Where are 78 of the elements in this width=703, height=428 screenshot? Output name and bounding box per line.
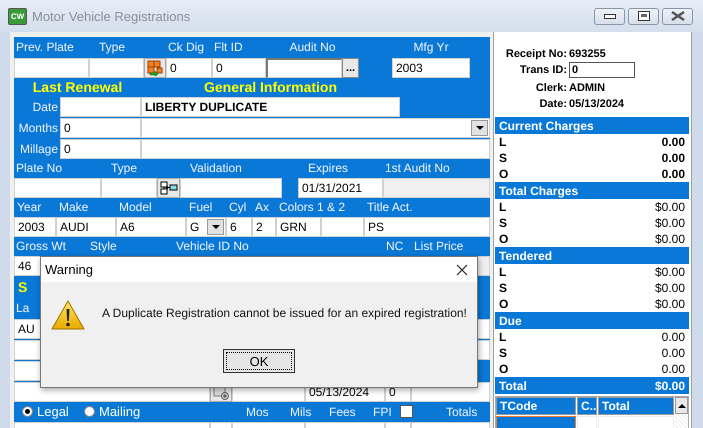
- charge-amount: 0.00: [662, 151, 685, 165]
- section-header: Due: [495, 312, 689, 329]
- field-value: G: [190, 220, 200, 234]
- field-label: Type: [110, 161, 138, 175]
- warning-message: A Duplicate Registration cannot be issued for an expired registration!: [102, 306, 467, 320]
- charge-code: O: [499, 232, 508, 246]
- charge-amount: 0.00: [662, 346, 685, 360]
- field-label: Expires: [307, 161, 350, 175]
- field-label: Date:: [538, 97, 568, 112]
- charge-amount: $0.00: [654, 216, 685, 230]
- field-label: 1st Audit No: [384, 161, 451, 175]
- field-label: Fuel: [188, 200, 214, 214]
- field-label: Style: [89, 239, 118, 253]
- total-label: Total: [499, 378, 527, 392]
- charge-amount: $0.00: [654, 297, 685, 311]
- field-label: Fees: [328, 404, 357, 418]
- receipt-number: 693255: [569, 47, 607, 62]
- section-header: Total Charges: [495, 182, 689, 199]
- field-label: Model: [118, 200, 153, 214]
- field-label: Audit No: [288, 40, 337, 54]
- field-label: Clerk:: [534, 81, 568, 96]
- field-label: Prev. Plate: [15, 40, 75, 54]
- charge-amount: $0.00: [654, 232, 685, 246]
- field-label: Receipt No:: [504, 47, 568, 62]
- field-label: Mils: [289, 404, 312, 418]
- charge-code: O: [499, 297, 508, 311]
- charge-code: S: [499, 346, 508, 360]
- charge-code: L: [499, 265, 506, 279]
- charge-code: O: [499, 167, 508, 181]
- field-label: NC: [385, 239, 404, 253]
- field-label: Totals: [445, 404, 478, 418]
- charge-code: S: [499, 281, 508, 295]
- receipt-date: 05/13/2024: [569, 97, 626, 112]
- charge-amount: $0.00: [654, 265, 685, 279]
- charge-code: O: [499, 362, 508, 376]
- charge-amount: 0.00: [662, 330, 685, 344]
- field-label: Flt ID: [213, 40, 244, 54]
- charge-amount: 0.00: [662, 167, 685, 181]
- field-label: Ck Dig: [167, 40, 206, 54]
- field-label: Mos: [245, 404, 270, 418]
- section-header: Tendered: [495, 247, 689, 264]
- field-label: Validation: [189, 161, 243, 175]
- total-amount: $0.00: [654, 378, 685, 392]
- charge-amount: $0.00: [654, 281, 685, 295]
- field-label: Make: [58, 200, 90, 214]
- dialog-title: Warning: [45, 262, 93, 277]
- window-title: Motor Vehicle Registrations: [32, 8, 190, 24]
- field-label: Colors 1 & 2: [278, 200, 346, 214]
- field-label: Trans ID:: [518, 63, 568, 78]
- field-label: Millage: [18, 142, 59, 156]
- section-title: General Information: [202, 79, 338, 95]
- field-label: Type: [98, 40, 126, 54]
- section-header: Current Charges: [495, 117, 689, 134]
- charge-code: S: [499, 216, 508, 230]
- field-label: Ax: [254, 200, 270, 214]
- charge-code: L: [499, 330, 506, 344]
- charge-amount: $0.00: [654, 200, 685, 214]
- field-label: La: [15, 301, 30, 315]
- field-label: Title Act.: [366, 200, 414, 214]
- charge-code: L: [499, 135, 506, 149]
- section-title: Last Renewal: [32, 79, 124, 95]
- field-label: Vehicle ID No: [175, 239, 250, 253]
- app-logo: CW: [8, 8, 27, 24]
- field-label: Date: [32, 100, 59, 114]
- charge-amount: 0.00: [662, 362, 685, 376]
- charge-code: L: [499, 200, 506, 214]
- field-label: Months: [18, 120, 59, 134]
- field-label: Plate No: [15, 161, 64, 175]
- field-label: List Price: [413, 239, 464, 253]
- section-title: S: [17, 279, 28, 295]
- field-label: Cyl: [228, 200, 248, 214]
- field-label: FPI: [372, 404, 392, 418]
- charge-amount: 0.00: [662, 135, 685, 149]
- field-label: Mfg Yr: [412, 40, 450, 54]
- clerk-name: ADMIN: [569, 81, 606, 96]
- charge-code: S: [499, 151, 508, 165]
- field-label: Year: [16, 200, 42, 214]
- field-label: Gross Wt: [15, 239, 67, 253]
